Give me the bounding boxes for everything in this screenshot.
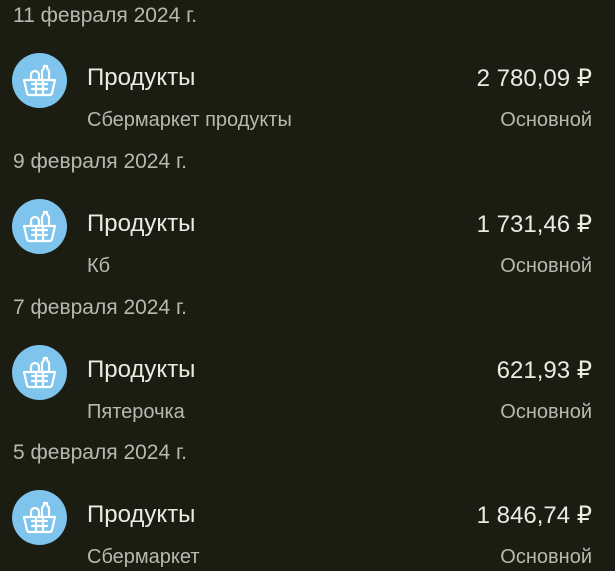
transaction-account: Основной [500, 546, 592, 568]
transaction-amount: 621,93 ₽ [496, 357, 592, 384]
transaction-account: Основной [500, 109, 592, 131]
transaction-amount: 1 846,74 ₽ [476, 502, 592, 529]
transaction-description: Сбермаркет [87, 546, 200, 568]
grocery-basket-icon [12, 490, 67, 545]
transaction-account: Основной [500, 255, 592, 277]
transaction-category: Продукты [87, 210, 196, 237]
transaction-amount: 2 780,09 ₽ [476, 65, 592, 92]
transaction-amount: 1 731,46 ₽ [476, 211, 592, 238]
transaction-description: Сбермаркет продукты [87, 109, 292, 131]
transaction-account: Основной [500, 401, 592, 423]
date-header: 5 февраля 2024 г. [13, 441, 187, 464]
date-header: 7 февраля 2024 г. [13, 296, 187, 319]
transaction-category: Продукты [87, 501, 196, 528]
date-header: 11 февраля 2024 г. [13, 4, 198, 27]
grocery-basket-icon [12, 199, 67, 254]
transaction-description: Кб [87, 255, 111, 277]
transaction-description: Пятерочка [87, 401, 185, 423]
transaction-category: Продукты [87, 356, 196, 383]
grocery-basket-icon [12, 345, 67, 400]
grocery-basket-icon [12, 53, 67, 108]
date-header: 9 февраля 2024 г. [13, 150, 187, 173]
transaction-row[interactable]: Продукты Кб 1 731,46 ₽ Основной [0, 182, 615, 277]
transaction-row[interactable]: Продукты Сбермаркет 1 846,74 ₽ Основной [0, 473, 615, 568]
transaction-row[interactable]: Продукты Пятерочка 621,93 ₽ Основной [0, 328, 615, 423]
transaction-category: Продукты [87, 64, 196, 91]
transaction-row[interactable]: Продукты Сбермаркет продукты 2 780,09 ₽ … [0, 36, 615, 131]
